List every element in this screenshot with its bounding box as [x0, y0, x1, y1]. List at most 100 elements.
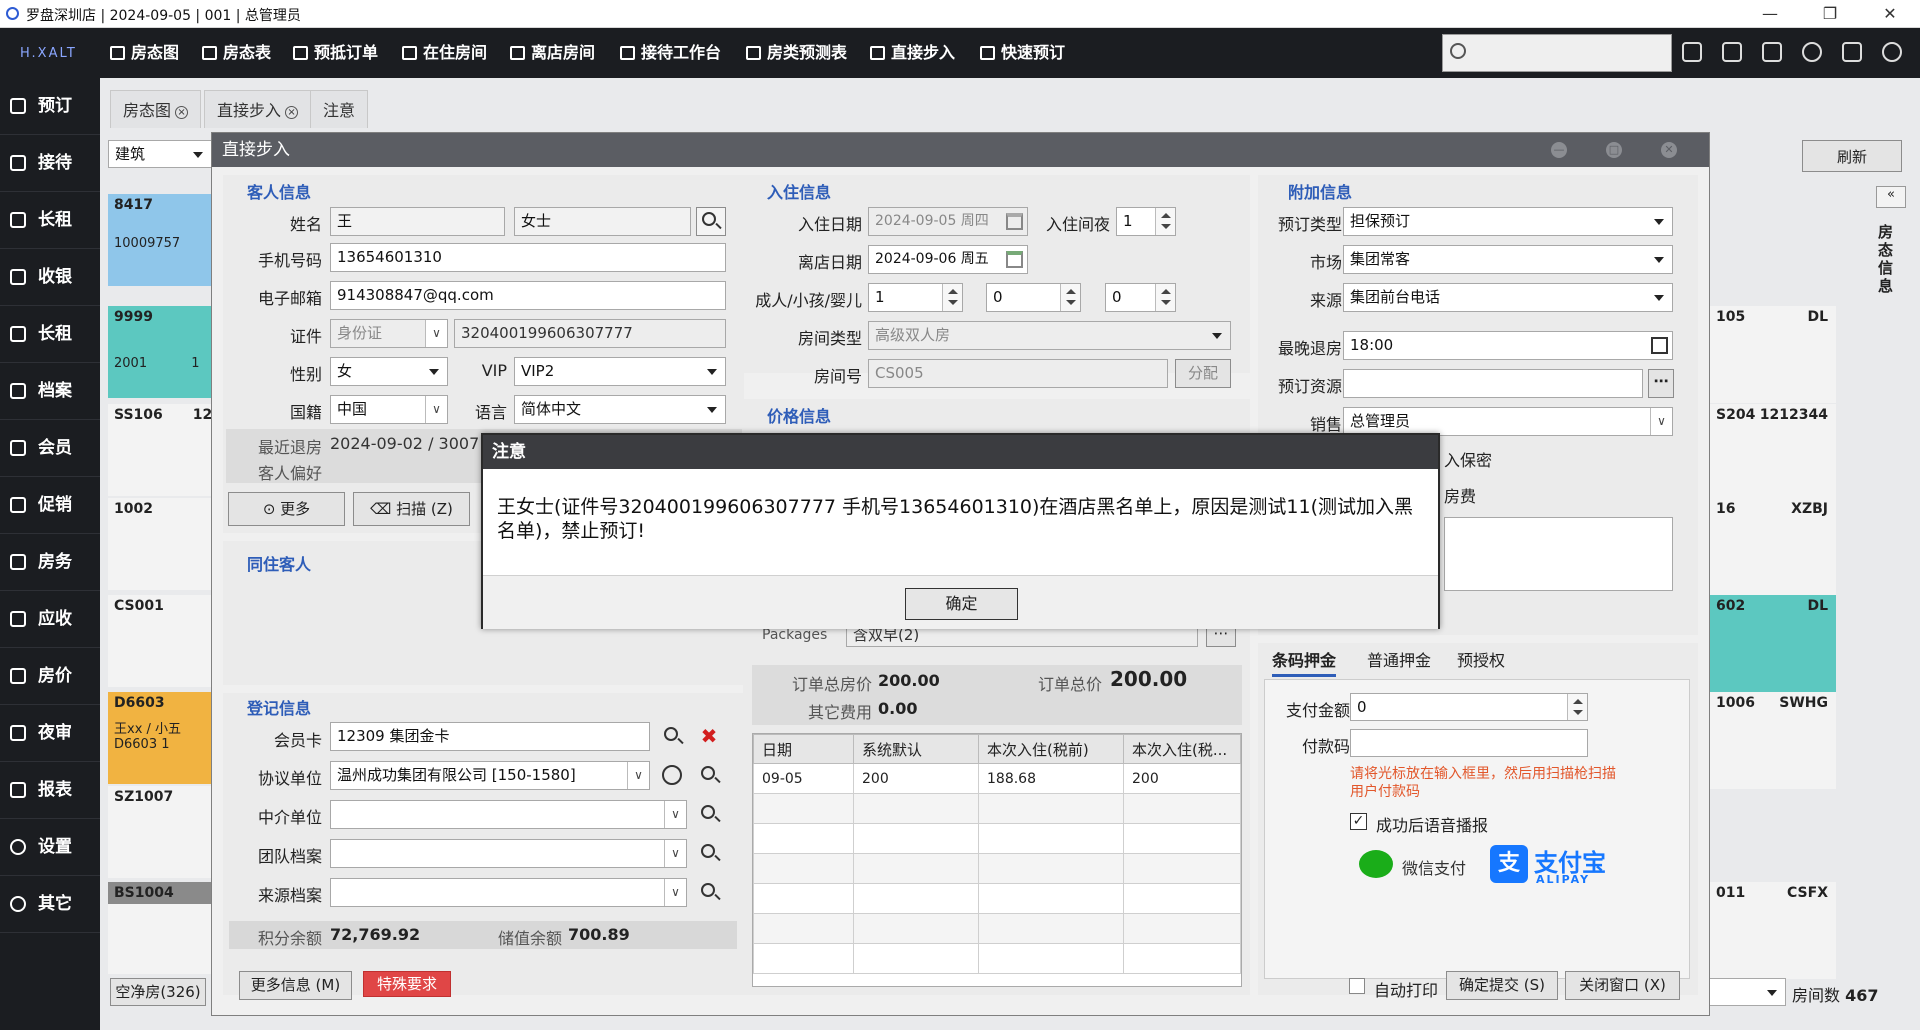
- agent-select[interactable]: ∨: [330, 800, 687, 829]
- menu-forecast[interactable]: 房类预测表: [746, 28, 847, 78]
- booking-type-select[interactable]: 担保预订: [1343, 207, 1673, 236]
- tab-notice[interactable]: 注意: [310, 90, 369, 128]
- room-card[interactable]: 16 XZBJ: [1710, 498, 1836, 595]
- menu-room-status-map[interactable]: 房态图: [110, 28, 179, 78]
- language-select[interactable]: 简体中文: [514, 395, 726, 424]
- room-card[interactable]: 105 DL: [1710, 306, 1836, 403]
- lock-icon[interactable]: [1842, 42, 1862, 62]
- departure-date-input[interactable]: 2024-09-06 周五: [868, 245, 1028, 274]
- auto-print-checkbox[interactable]: [1349, 978, 1365, 994]
- children-input[interactable]: 0: [986, 283, 1081, 312]
- room-number-input[interactable]: CS005: [868, 359, 1168, 388]
- stepper-icon[interactable]: [1155, 284, 1175, 311]
- voice-checkbox[interactable]: ✓: [1350, 813, 1367, 830]
- surname-input[interactable]: 王: [330, 207, 505, 236]
- sidebar-item-reports[interactable]: 报表: [0, 762, 100, 819]
- tab-walk-in[interactable]: 直接步入 ×: [204, 90, 312, 128]
- booking-resource-input[interactable]: [1343, 369, 1643, 398]
- group-search-icon[interactable]: [696, 840, 722, 866]
- market-select[interactable]: 集团常客: [1343, 245, 1673, 274]
- menu-quick-book[interactable]: 快速预订: [980, 28, 1065, 78]
- confirm-submit-button[interactable]: 确定提交 (S): [1446, 971, 1558, 1000]
- sidebar-item-rates[interactable]: 房价: [0, 648, 100, 705]
- room-card[interactable]: BS1004: [108, 882, 214, 974]
- sidebar-item-reception[interactable]: 接待: [0, 135, 100, 192]
- room-card[interactable]: 011 CSFX: [1710, 882, 1836, 979]
- room-card[interactable]: D6603 王xx / 小五 D6603 1: [108, 692, 214, 784]
- sidebar-item-members[interactable]: 会员: [0, 420, 100, 477]
- member-clear-icon[interactable]: ✖: [696, 723, 722, 749]
- table-row[interactable]: 09-05 200 188.68 200: [753, 763, 1241, 794]
- room-card[interactable]: SS106 121: [108, 404, 222, 496]
- sidebar-item-long-stay-2[interactable]: 长租: [0, 306, 100, 363]
- tab-pre-authorization[interactable]: 预授权: [1457, 647, 1505, 671]
- refresh-button[interactable]: 刷新: [1802, 140, 1902, 172]
- tab-barcode-deposit[interactable]: 条码押金: [1272, 647, 1337, 677]
- menu-in-house[interactable]: 在住房间: [402, 28, 487, 78]
- agreement-search-icon[interactable]: [696, 762, 722, 788]
- room-card[interactable]: 8417 10009757: [108, 194, 214, 286]
- tab-normal-deposit[interactable]: 普通押金: [1367, 647, 1431, 671]
- close-tab-icon[interactable]: ×: [175, 106, 189, 119]
- agreement-info-icon[interactable]: [662, 765, 682, 785]
- stepper-icon[interactable]: [1155, 208, 1175, 235]
- room-card[interactable]: 9999 2001 1: [108, 306, 214, 398]
- member-card-input[interactable]: 12309 集团金卡: [330, 722, 650, 751]
- dialog-close-icon[interactable]: ✕: [1661, 142, 1677, 158]
- id-number-input[interactable]: 320400199606307777: [454, 319, 726, 348]
- room-card[interactable]: SZ1007: [108, 786, 214, 878]
- gender-select[interactable]: 女: [330, 357, 448, 386]
- sidebar-item-long-stay[interactable]: 长租: [0, 192, 100, 249]
- pay-code-input[interactable]: [1350, 729, 1588, 757]
- email-input[interactable]: 914308847@qq.com: [330, 281, 726, 310]
- id-type-select[interactable]: 身份证 ∨: [330, 319, 448, 348]
- special-request-button[interactable]: 特殊要求: [363, 971, 451, 997]
- pay-amount-input[interactable]: 0: [1350, 693, 1588, 721]
- dialog-restore-icon[interactable]: □: [1606, 142, 1622, 158]
- agreement-select[interactable]: 温州成功集团有限公司 [150-1580] ∨: [330, 761, 650, 790]
- adults-input[interactable]: 1: [868, 283, 963, 312]
- guest-search-button[interactable]: [696, 207, 726, 236]
- infants-input[interactable]: 0: [1105, 283, 1176, 312]
- sidebar-item-profiles[interactable]: 档案: [0, 363, 100, 420]
- sidebar-item-receivable[interactable]: 应收: [0, 591, 100, 648]
- member-search-icon[interactable]: [659, 723, 685, 749]
- room-card[interactable]: S204 1212344: [1710, 404, 1836, 501]
- sidebar-item-other[interactable]: 其它: [0, 876, 100, 933]
- sidebar-item-night-audit[interactable]: 夜审: [0, 705, 100, 762]
- resource-more-button[interactable]: ⋯: [1648, 369, 1674, 398]
- assign-room-button[interactable]: 分配: [1175, 359, 1231, 388]
- building-select[interactable]: 建筑: [108, 140, 212, 168]
- room-card[interactable]: CS001: [108, 595, 214, 687]
- sidebar-item-housekeeping[interactable]: 房务: [0, 534, 100, 591]
- close-window-icon[interactable]: ✕: [1870, 2, 1910, 26]
- close-window-button[interactable]: 关闭窗口 (X): [1565, 971, 1680, 1000]
- more-button[interactable]: ⊙ 更多: [228, 492, 345, 526]
- room-card[interactable]: 1002: [108, 498, 214, 590]
- vacant-rooms-filter[interactable]: 空净房(326): [110, 978, 206, 1006]
- sidebar-item-cashier[interactable]: 收银: [0, 249, 100, 306]
- sidebar-item-booking[interactable]: 预订: [0, 78, 100, 135]
- dialog-minimize-icon[interactable]: —: [1551, 142, 1567, 158]
- menu-arrivals[interactable]: 预抵订单: [293, 28, 378, 78]
- close-tab-icon[interactable]: ×: [285, 106, 299, 119]
- remarks-textarea[interactable]: [1444, 517, 1673, 591]
- time-picker-icon[interactable]: [1651, 337, 1668, 354]
- source-search-icon[interactable]: [696, 879, 722, 905]
- stepper-icon[interactable]: [1060, 284, 1080, 311]
- source-select[interactable]: 集团前台电话: [1343, 283, 1673, 312]
- global-search-input[interactable]: [1442, 34, 1672, 72]
- group-select[interactable]: ∨: [330, 839, 687, 868]
- sales-select[interactable]: 总管理员 ∨: [1343, 407, 1673, 436]
- latest-checkout-input[interactable]: 18:00: [1343, 331, 1673, 360]
- room-card[interactable]: 1006 SWHG: [1710, 692, 1836, 789]
- room-card[interactable]: 602 DL: [1710, 595, 1836, 692]
- alert-ok-button[interactable]: 确定: [905, 588, 1018, 620]
- more-info-button[interactable]: 更多信息 (M): [239, 971, 352, 1000]
- font-icon[interactable]: [1762, 42, 1782, 62]
- room-filter-select[interactable]: [1704, 978, 1786, 1006]
- message-icon[interactable]: [1682, 42, 1702, 62]
- calendar-icon[interactable]: [1006, 251, 1023, 268]
- restore-icon[interactable]: ❐: [1810, 2, 1850, 26]
- sidebar-item-promotion[interactable]: 促销: [0, 477, 100, 534]
